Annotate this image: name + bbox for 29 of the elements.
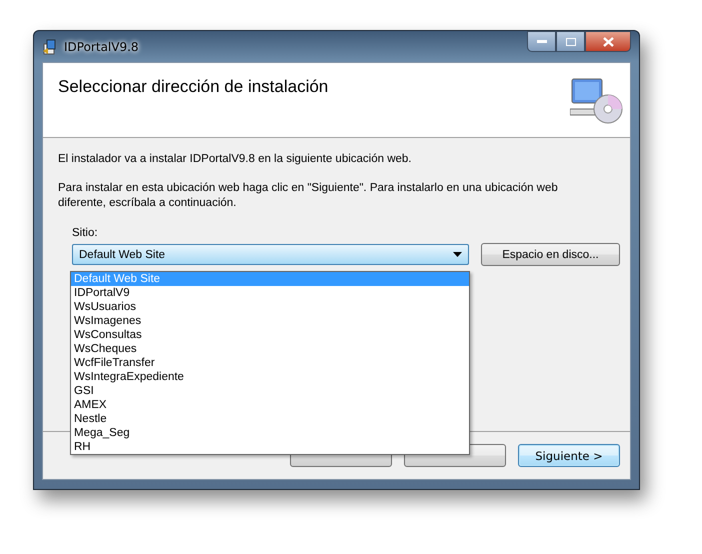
site-option[interactable]: AMEX <box>71 398 469 412</box>
dropdown-arrow-icon <box>452 252 462 257</box>
window-title: IDPortalV9.8 <box>64 40 139 54</box>
wizard-button[interactable]: Siguiente > <box>518 444 620 467</box>
installer-icon <box>42 38 58 54</box>
site-option[interactable]: WcfFileTransfer <box>71 356 469 370</box>
instruction-text: El instalador va a instalar IDPortalV9.8 en la siguiente ubicación web. <box>58 152 413 167</box>
site-option[interactable]: IDPortalV9 <box>71 286 469 300</box>
close-icon <box>602 36 614 46</box>
maximize-icon <box>566 38 576 46</box>
instruction-text: Para instalar en esta ubicación web haga clic en "Siguiente". Para instalarlo en una ubicación web diferente, escríbala a continuación. <box>58 181 559 211</box>
site-option[interactable]: WsIntegraExpediente <box>71 370 469 384</box>
site-option[interactable]: GSI <box>71 384 469 398</box>
site-option[interactable]: RH <box>71 440 469 454</box>
disk-space-button[interactable]: Espacio en disco... <box>480 243 620 266</box>
site-option[interactable]: Mega_Seg <box>71 426 469 440</box>
minimize-button[interactable] <box>527 31 556 52</box>
computer-disc-icon <box>570 77 624 125</box>
close-button[interactable] <box>585 31 631 52</box>
minimize-icon <box>536 40 546 44</box>
page-title: Seleccionar dirección de instalación <box>58 77 328 98</box>
site-option[interactable]: WsConsultas <box>71 328 469 342</box>
site-option[interactable]: Nestle <box>71 412 469 426</box>
site-label: Sitio: <box>72 227 99 239</box>
site-option[interactable]: WsImagenes <box>71 314 469 328</box>
site-dropdown[interactable]: Default Web Site <box>72 244 469 265</box>
site-option[interactable]: WsCheques <box>71 342 469 356</box>
maximize-button[interactable] <box>556 31 585 52</box>
site-option[interactable]: WsUsuarios <box>71 300 469 314</box>
